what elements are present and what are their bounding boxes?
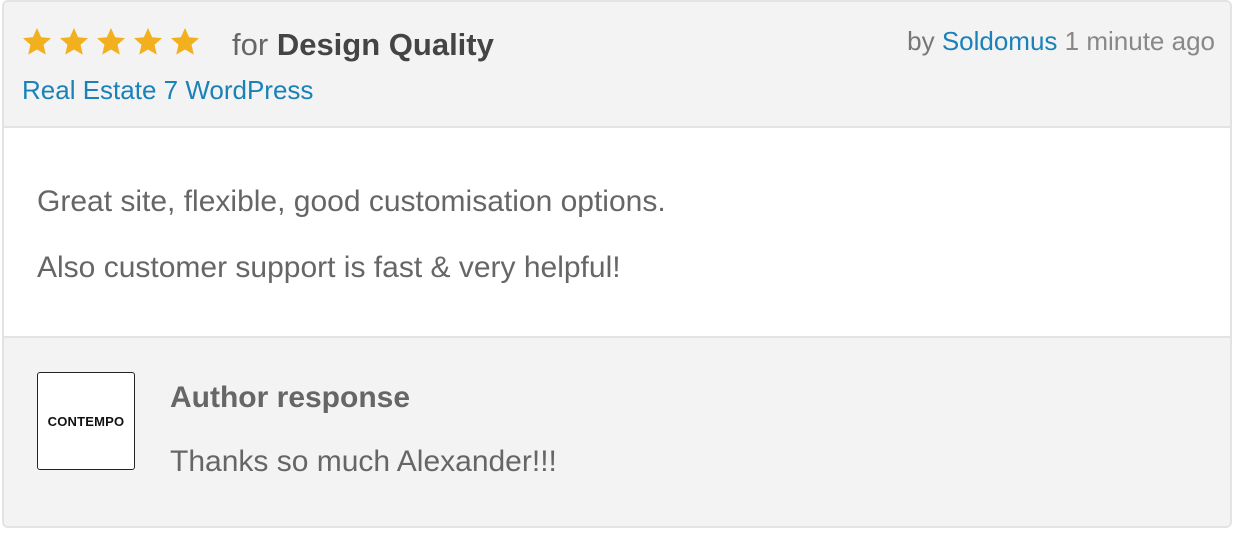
star-icon xyxy=(171,28,199,55)
item-link[interactable]: Real Estate 7 WordPress xyxy=(22,74,313,106)
star-icon xyxy=(134,28,162,55)
review-time: 1 minute ago xyxy=(1064,26,1215,56)
star-rating xyxy=(21,26,201,58)
rating-category: for Design Quality xyxy=(232,26,494,64)
review-text-line: Great site, flexible, good customisation… xyxy=(37,185,666,218)
response-title: Author response xyxy=(170,381,411,414)
review-text-line: Also customer support is fast & very hel… xyxy=(37,251,621,284)
author-avatar: CONTEMPO xyxy=(37,372,135,470)
star-icon xyxy=(60,28,88,55)
author-link[interactable]: Soldomus xyxy=(942,26,1058,56)
by-prefix: by xyxy=(907,26,935,56)
review-card: for Design Quality Real Estate 7 WordPre… xyxy=(2,0,1232,528)
review-body: Great site, flexible, good customisation… xyxy=(4,128,1230,336)
review-header: for Design Quality Real Estate 7 WordPre… xyxy=(4,2,1230,128)
response-text: Thanks so much Alexander!!! xyxy=(170,445,557,478)
author-response: CONTEMPO Author response Thanks so much … xyxy=(4,336,1230,526)
category-name: Design Quality xyxy=(276,27,494,62)
for-prefix: for xyxy=(232,27,269,62)
avatar-logo-text: CONTEMPO xyxy=(47,413,125,429)
byline: by Soldomus 1 minute ago xyxy=(907,24,1215,58)
star-icon xyxy=(23,28,51,55)
star-icon xyxy=(97,28,125,55)
